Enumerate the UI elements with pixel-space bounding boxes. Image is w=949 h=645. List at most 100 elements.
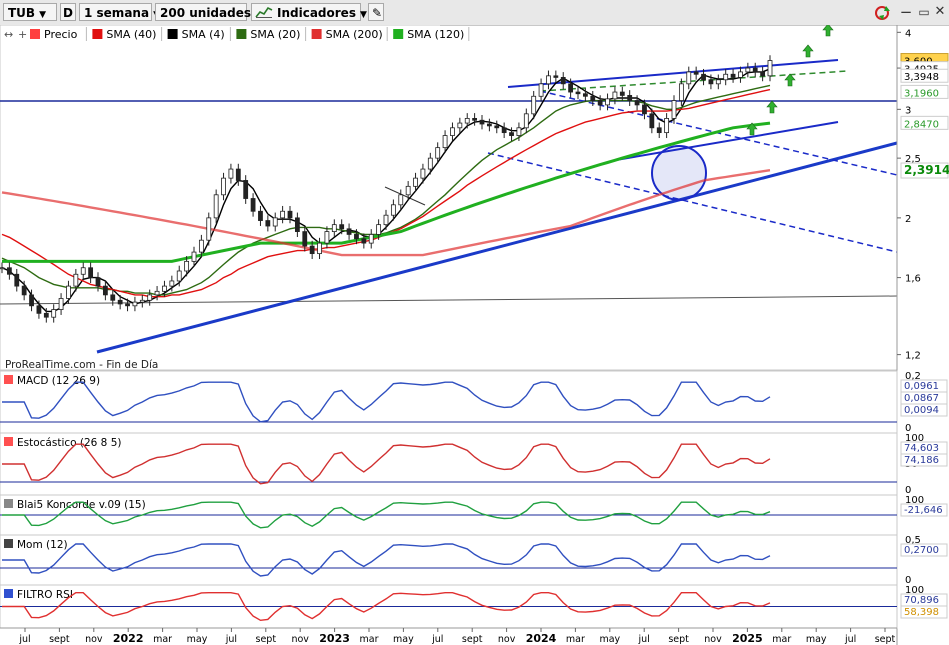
price-candle <box>546 75 551 85</box>
price-candle <box>619 91 625 96</box>
price-chart[interactable]: ↔ + Precio SMA (40) SMA (4) SMA (20) SMA (20… <box>0 25 949 645</box>
price-candle <box>590 95 596 101</box>
price-candle <box>450 127 455 136</box>
legend-swatch <box>92 29 103 39</box>
period-button[interactable]: D <box>60 3 76 21</box>
minimize-icon[interactable]: − <box>898 3 914 21</box>
price-candle <box>516 127 522 136</box>
indicators-button[interactable]: Indicadores ▼ <box>251 3 367 21</box>
price-candle <box>36 305 42 314</box>
price-candle <box>405 185 411 196</box>
panel-value-label: 0,2700 <box>904 545 939 556</box>
price-candle <box>708 79 714 85</box>
time-tick-label: may <box>187 634 208 645</box>
price-candle <box>58 298 64 310</box>
units-label: 200 unidades <box>160 6 251 20</box>
chevron-down-icon: ▼ <box>39 10 46 20</box>
price-candle <box>760 71 766 77</box>
panel-value-label: 0,0094 <box>904 405 939 416</box>
legend-swatch <box>167 29 178 39</box>
panel-title: Estocástico (26 8 5) <box>17 437 121 449</box>
drawn-segment <box>384 186 426 206</box>
ma-line <box>2 121 771 263</box>
time-tick-label: mar <box>153 634 172 645</box>
price-candle <box>442 135 448 149</box>
time-tick-label: jul <box>225 634 237 645</box>
time-tick-label: jul <box>844 634 856 645</box>
price-candle <box>73 273 79 287</box>
toolbar: TUB▼ D 1 semana▼ 200 unidades▼ Indicador… <box>0 0 949 26</box>
svg-text:↔: ↔ <box>4 28 13 41</box>
timeframe-select[interactable]: 1 semana▼ <box>79 3 160 21</box>
price-candle <box>125 303 130 307</box>
price-candle <box>457 122 463 129</box>
maximize-icon[interactable]: ▭ <box>916 3 932 21</box>
price-candle <box>664 118 670 134</box>
price-candle <box>420 168 426 179</box>
time-tick-label: 2025 <box>732 632 763 645</box>
price-candle <box>501 127 507 134</box>
time-tick-label: 2022 <box>113 632 144 645</box>
price-tick-label: 4 <box>905 28 911 39</box>
legend-swatch <box>311 29 322 39</box>
time-tick-label: sept <box>668 634 689 645</box>
legend-label: Precio <box>44 28 78 41</box>
ticker-select[interactable]: TUB ▼ <box>3 3 57 21</box>
price-candle <box>383 214 389 226</box>
price-candle <box>413 177 418 187</box>
up-arrow-icon <box>766 100 778 114</box>
legend-row: ↔ + Precio SMA (40) SMA (4) SMA (20) SMA (20… <box>0 25 470 43</box>
price-candle <box>309 245 315 255</box>
svg-text:3,3948: 3,3948 <box>904 72 939 83</box>
price-candle <box>597 100 603 106</box>
edit-button[interactable]: ✎ <box>368 3 384 21</box>
price-candle <box>110 294 116 301</box>
panel-title: FILTRO RSI <box>17 589 73 601</box>
panel-title: Mom (12) <box>17 539 68 551</box>
time-tick-label: jul <box>638 634 650 645</box>
time-axis: jul sept nov 2022 mar may jul sept nov 2023 mar may… <box>0 627 897 645</box>
units-select[interactable]: 200 unidades▼ <box>155 3 262 21</box>
price-candle <box>117 299 123 305</box>
price-candle <box>523 113 529 129</box>
price-candle <box>243 180 249 199</box>
price-candle <box>184 260 190 272</box>
time-tick-label: sept <box>256 634 277 645</box>
price-candle <box>479 119 485 125</box>
time-tick-label: nov <box>291 634 309 645</box>
price-candle <box>509 132 514 136</box>
indicator-panel: FILTRO RSI 10070,89658,398 <box>0 584 948 629</box>
panel-title: Blai5 Koncorde v.09 (15) <box>17 499 146 511</box>
refresh-icon[interactable] <box>872 4 894 22</box>
time-tick-label: mar <box>772 634 791 645</box>
price-candle <box>287 210 293 219</box>
price-candle <box>494 125 500 129</box>
price-candle <box>102 285 108 296</box>
edit-icon: ✎ <box>372 6 383 20</box>
price-candle <box>376 224 382 235</box>
legend-label: SMA (40) <box>106 28 156 41</box>
price-candle <box>294 217 300 232</box>
indicator-panel: Mom (12) 0,500,2700 <box>0 534 948 586</box>
time-tick-label: nov <box>704 634 722 645</box>
price-candle <box>464 118 470 124</box>
price-candle <box>213 194 219 219</box>
price-candle <box>560 77 566 85</box>
price-badge: 3,1960 <box>900 84 949 99</box>
price-badge: 3,3948 <box>900 68 949 83</box>
time-tick-label: jul <box>18 634 30 645</box>
price-candle <box>752 67 758 73</box>
price-candle <box>250 198 256 212</box>
price-candle <box>354 234 359 240</box>
price-candle <box>169 280 175 287</box>
price-tick-label: 3 <box>905 105 911 116</box>
time-tick-label: sept <box>875 634 896 645</box>
price-candle <box>317 242 322 255</box>
price-badge: 2,8470 <box>900 115 949 130</box>
price-candle <box>649 113 655 129</box>
period-label: D <box>63 6 73 20</box>
price-candle <box>6 267 12 275</box>
price-candle <box>531 95 537 115</box>
close-icon[interactable]: ✕ <box>932 3 948 21</box>
price-tick-label: 1,6 <box>905 274 921 285</box>
